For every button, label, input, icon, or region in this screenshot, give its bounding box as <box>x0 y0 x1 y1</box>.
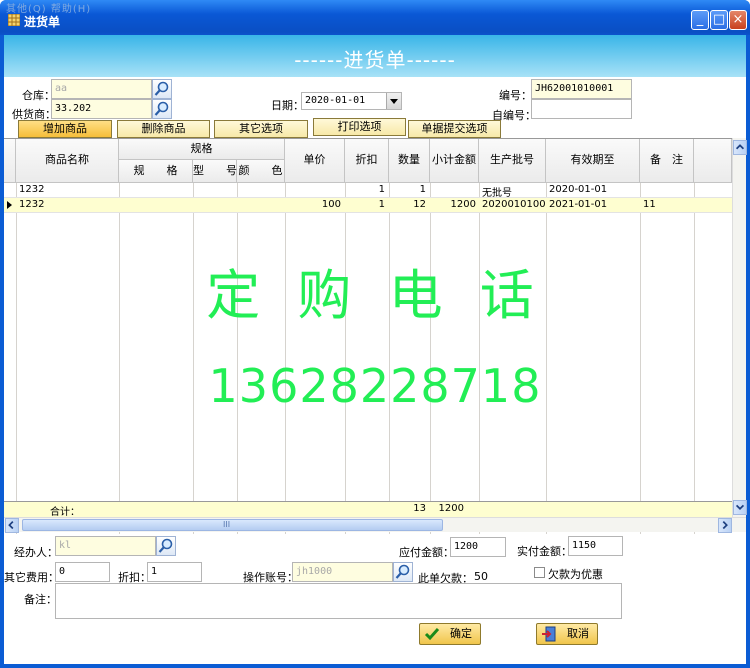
maximize-icon[interactable]: □ <box>710 10 728 30</box>
handler-label: 经办人： <box>14 546 58 559</box>
cell-name: 1232 <box>19 199 45 210</box>
other-fee-field[interactable]: 0 <box>55 562 110 582</box>
current-row-pointer-icon <box>7 201 12 209</box>
handler-search-icon[interactable] <box>156 536 176 556</box>
cell-batch: 2020010100 <box>482 199 546 210</box>
cell-qty: 12 <box>413 199 426 210</box>
ok-button[interactable]: 确定 <box>419 623 481 645</box>
warehouse-field[interactable]: aa <box>51 79 152 99</box>
header-name[interactable]: 商品名称 <box>16 139 119 183</box>
exit-door-icon <box>542 626 556 642</box>
payable-label: 应付金额： <box>399 546 454 559</box>
window-client: ------进货单------ 仓库： aa 供货商： 33.202 日期： 2… <box>4 35 747 664</box>
add-item-button[interactable]: 增加商品 <box>18 120 112 138</box>
note-label: 备注： <box>24 593 57 606</box>
cell-subtotal: 1200 <box>450 199 476 210</box>
handler-field[interactable]: kl <box>55 536 156 556</box>
ok-label: 确定 <box>450 627 472 640</box>
paid-label: 实付金额： <box>517 545 572 558</box>
debt-as-discount-checkbox[interactable] <box>534 567 545 578</box>
cell-qty: 1 <box>419 184 426 195</box>
header-qty[interactable]: 数量 <box>389 139 430 183</box>
discount-field[interactable]: 1 <box>147 562 202 582</box>
date-dropdown-icon[interactable] <box>386 93 401 109</box>
cell-name: 1232 <box>19 184 45 195</box>
warehouse-search-icon[interactable] <box>152 79 172 99</box>
account-field[interactable]: jh1000 <box>292 562 393 582</box>
total-label: 合计： <box>50 507 80 518</box>
cell-expiry: 2021-01-01 <box>549 199 608 210</box>
banner: ------进货单------ <box>4 35 746 77</box>
total-amount: 1200 <box>438 503 464 514</box>
custom-number-field[interactable] <box>531 99 632 119</box>
header-subtotal[interactable]: 小计金额 <box>430 139 479 183</box>
paid-field[interactable]: 1150 <box>568 536 623 556</box>
scroll-right-icon[interactable] <box>718 518 732 533</box>
watermark-order-phone-label: 定 购 电 话 <box>206 264 544 327</box>
scroll-down-icon[interactable] <box>733 500 747 515</box>
header-model[interactable]: 型 号 <box>193 160 237 183</box>
table-row-selected[interactable]: 1232 100 1 12 1200 2020010100 2021-01-01… <box>4 198 732 213</box>
horizontal-scroll-thumb[interactable]: III <box>22 519 443 531</box>
cancel-label: 取消 <box>567 627 589 640</box>
grid-app-icon <box>8 14 20 26</box>
checkmark-icon <box>424 628 440 641</box>
scroll-grip-icon: III <box>223 520 231 529</box>
header-expiry[interactable]: 有效期至 <box>546 139 640 183</box>
cancel-button[interactable]: 取消 <box>536 623 598 645</box>
watermark-phone-number: 13628228718 <box>208 359 542 413</box>
header-batch[interactable]: 生产批号 <box>479 139 546 183</box>
header-spec-group: 规格 <box>119 139 285 160</box>
other-options-button[interactable]: 其它选项 <box>214 120 308 138</box>
window-title: 进货单 <box>24 15 61 29</box>
note-field[interactable] <box>55 583 622 619</box>
cell-expiry: 2020-01-01 <box>549 184 608 195</box>
header-note[interactable]: 备 注 <box>640 139 694 183</box>
row-indicator-header <box>4 139 16 183</box>
items-grid[interactable]: 商品名称 规格 规 格 型 号 颜 色 单价 折扣 数量 小计金额 生产批号 有… <box>4 138 746 534</box>
other-fee-label: 其它费用： <box>4 571 59 584</box>
minimize-icon[interactable]: _ <box>691 10 709 30</box>
banner-title: ------进货单------ <box>294 48 456 72</box>
header-discount[interactable]: 折扣 <box>345 139 389 183</box>
account-search-icon[interactable] <box>393 562 413 582</box>
header-filler <box>694 139 732 183</box>
close-icon[interactable]: × <box>729 10 747 30</box>
number-label: 编号： <box>499 89 532 102</box>
cell-batch: 无批号 <box>482 188 512 199</box>
cell-note: 11 <box>643 199 656 210</box>
supplier-field[interactable]: 33.202 <box>51 99 152 119</box>
cell-price: 100 <box>321 199 341 210</box>
number-field[interactable]: JH62001010001 <box>531 79 632 99</box>
header-price[interactable]: 单价 <box>285 139 345 183</box>
date-label: 日期： <box>271 99 304 112</box>
print-options-button[interactable]: 打印选项 <box>313 118 406 136</box>
cell-discount: 1 <box>378 199 385 210</box>
delete-item-button[interactable]: 删除商品 <box>117 120 210 138</box>
title-bar[interactable]: 其他(Q) 帮助(H) 进货单 _ □ × <box>0 0 750 35</box>
debt-value: 50 <box>474 570 488 583</box>
debt-as-discount-label: 欠款为优惠 <box>548 568 603 581</box>
header-color[interactable]: 颜 色 <box>237 160 285 183</box>
header-spec[interactable]: 规 格 <box>119 160 193 183</box>
table-row[interactable]: 1232 1 1 无批号 2020-01-01 <box>4 183 732 199</box>
payable-field[interactable]: 1200 <box>450 537 506 557</box>
cell-discount: 1 <box>378 184 385 195</box>
window: 其他(Q) 帮助(H) 进货单 _ □ × ------进货单------ 仓库… <box>0 0 750 668</box>
total-qty: 13 <box>413 503 426 514</box>
scroll-left-icon[interactable] <box>5 518 19 533</box>
submit-options-button[interactable]: 单据提交选项 <box>408 120 501 138</box>
horizontal-scrollbar[interactable]: III <box>4 517 746 533</box>
vertical-scrollbar[interactable] <box>732 138 747 517</box>
supplier-search-icon[interactable] <box>152 99 172 119</box>
total-row: 合计： 13 1200 <box>4 501 732 518</box>
scroll-up-icon[interactable] <box>733 140 747 155</box>
